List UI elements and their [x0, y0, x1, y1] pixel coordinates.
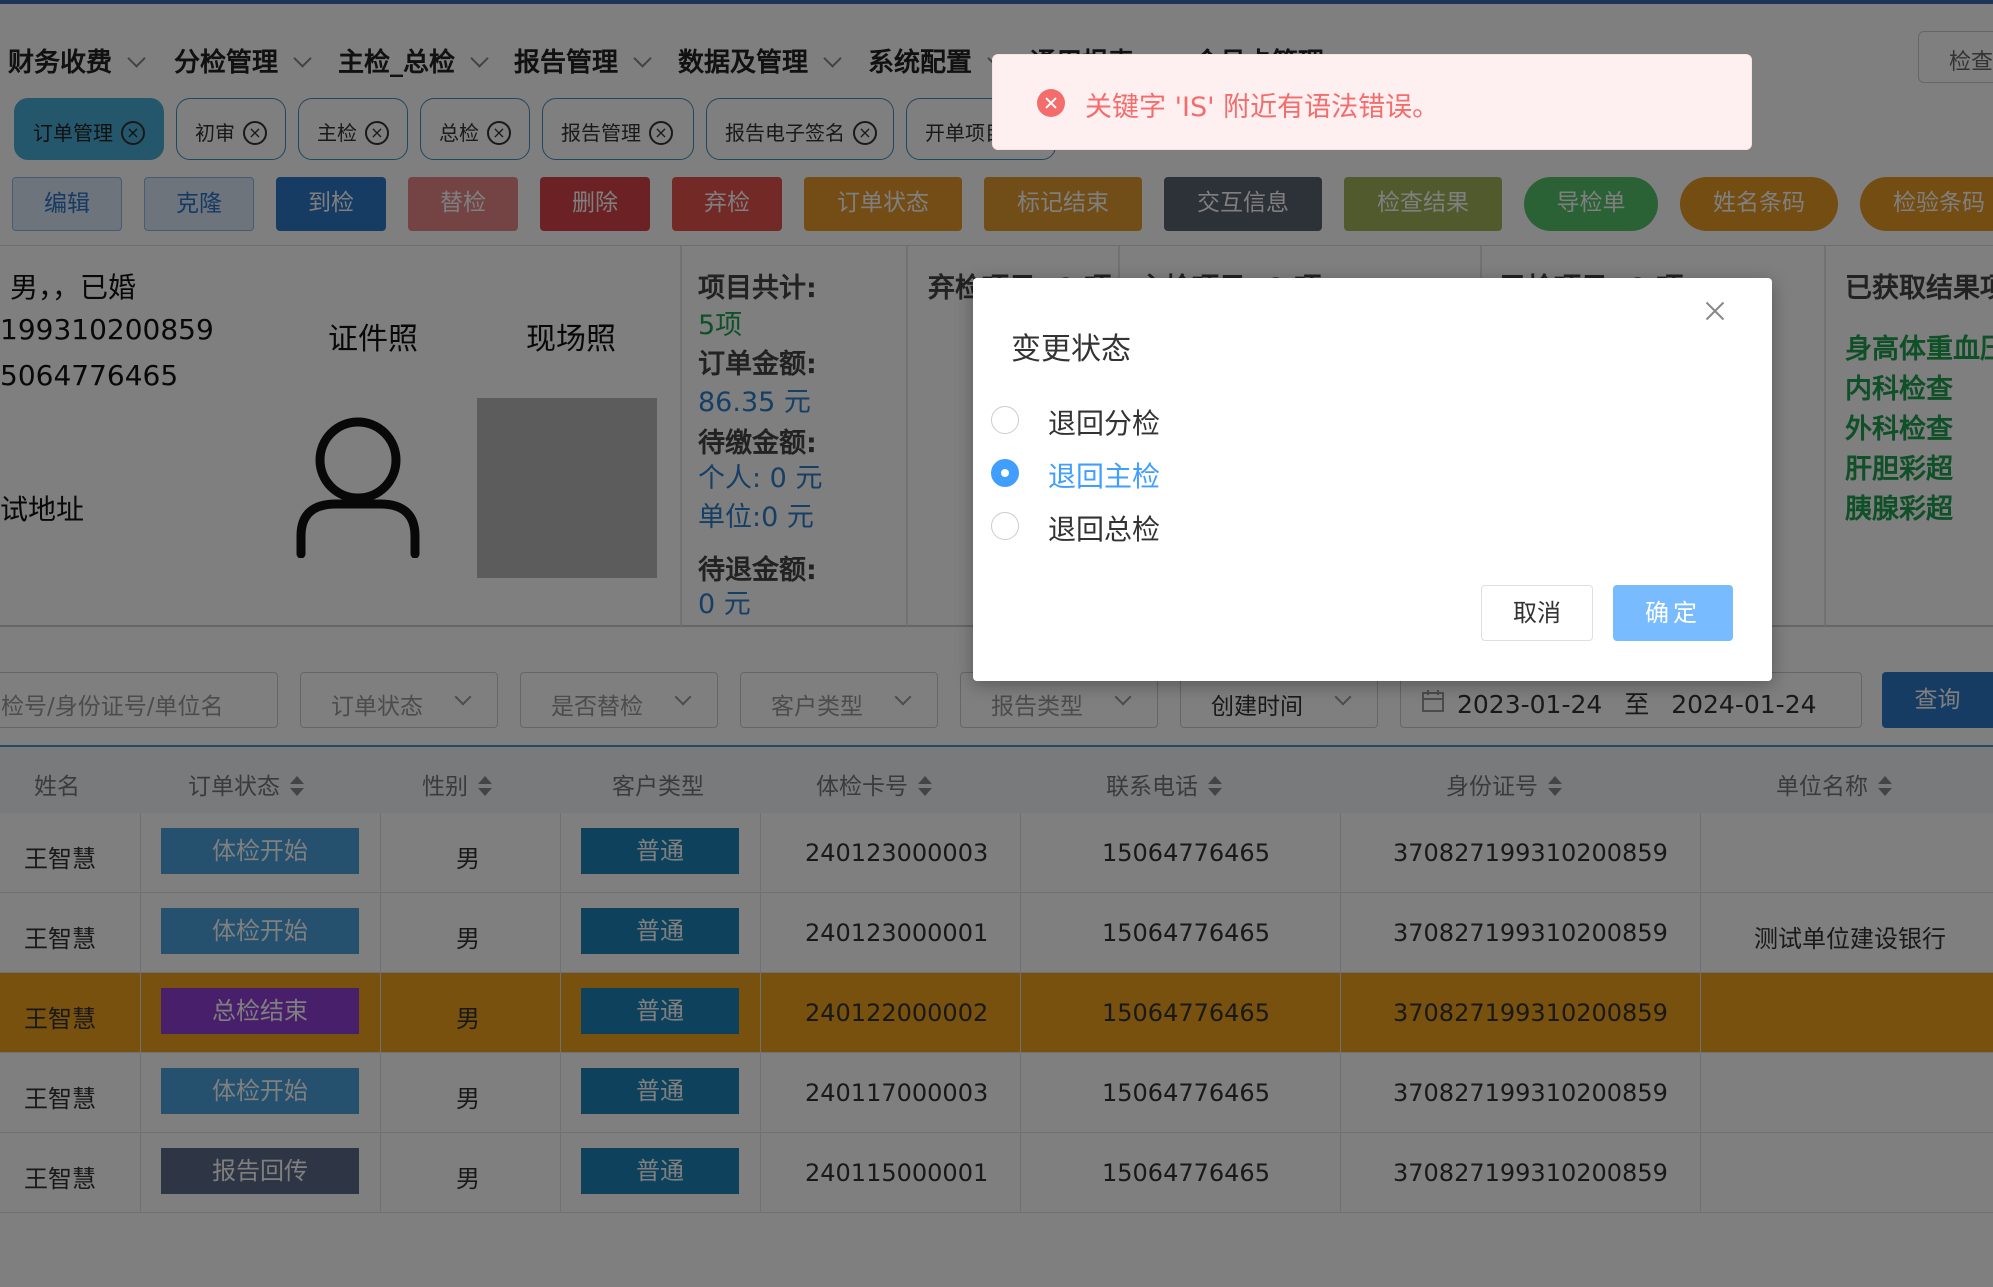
error-toast: 关键字 'IS' 附近有语法错误。 — [992, 54, 1752, 150]
radio-return-main-check[interactable]: 退回主检 — [991, 453, 1291, 493]
close-icon[interactable] — [1695, 290, 1735, 330]
radio-label[interactable]: 退回总检 — [1048, 508, 1160, 548]
radio-return-triage[interactable]: 退回分检 — [991, 400, 1291, 440]
radio-label[interactable]: 退回分检 — [1048, 402, 1160, 442]
cancel-button[interactable]: 取消 — [1481, 585, 1593, 641]
change-status-dialog: 变更状态 退回分检 退回主检 退回总检 取消 确定 — [973, 278, 1772, 681]
radio-checked-icon[interactable] — [991, 459, 1019, 487]
toast-message: 关键字 'IS' 附近有语法错误。 — [1085, 92, 1440, 123]
radio-circle-icon[interactable] — [991, 512, 1019, 540]
radio-label[interactable]: 退回主检 — [1048, 455, 1160, 495]
radio-return-final-check[interactable]: 退回总检 — [991, 506, 1291, 546]
radio-circle-icon[interactable] — [991, 406, 1019, 434]
confirm-button[interactable]: 确定 — [1613, 585, 1733, 641]
dialog-title: 变更状态 — [1011, 332, 1131, 367]
error-icon — [1037, 89, 1065, 117]
